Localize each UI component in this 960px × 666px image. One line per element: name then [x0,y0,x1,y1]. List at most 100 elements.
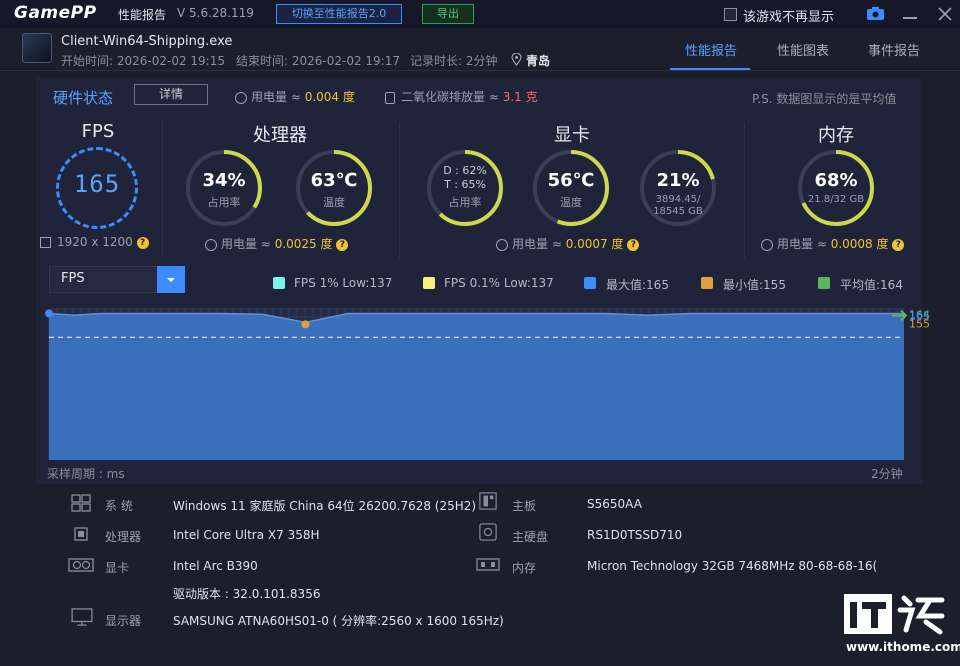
gpu-temp-value: 56℃ [547,170,595,191]
power-icon [496,238,508,251]
cpu-usage-value: 34% [202,170,246,191]
memory-usage-sub: 21.8/32 GB [807,194,865,205]
window-title: 性能报告 [118,8,167,22]
camera-icon[interactable] [867,7,884,20]
average-note: P.S. 数据图显示的是平均值 [752,92,897,106]
app-logo: GamePP [14,3,97,23]
power-icon [761,238,773,251]
fps-series-area [49,313,904,460]
help-icon[interactable]: ? [336,238,349,251]
gpu-driver-version: 驱动版本 : 32.0.101.8356 [173,587,321,601]
motherboard-icon [479,492,497,510]
memory-section-title: 内存 [818,125,854,146]
gpu-value: Intel Arc B390 [173,559,258,573]
gpu-section-title: 显卡 [554,125,590,146]
cpu-power: 用电量 ≈ 0.0025 度 ? [205,235,349,252]
section-divider [399,122,400,258]
section-divider [744,122,745,258]
legend-fps-1-low: FPS 1% Low:137 [294,276,393,290]
export-button[interactable]: 导出 [422,4,474,24]
chevron-down-icon [167,278,175,282]
fps-chart[interactable]: 164165155 [40,300,945,465]
vram-total: 18545 GB [653,206,703,217]
close-icon[interactable] [937,6,953,22]
x-axis-end-label: 2分钟 [871,467,903,481]
monitor-icon [40,237,51,248]
motherboard-label: 主板 [512,499,537,513]
legend-swatch [423,277,435,289]
tab-performance-report[interactable]: 性能报告 [685,40,737,59]
hide-game-checkbox[interactable] [724,8,737,21]
memory-label: 内存 [512,561,537,575]
legend-fps-01-low: FPS 0.1% Low:137 [444,276,554,290]
game-icon [22,33,52,63]
fps-value: 165 [73,170,121,198]
windows-icon [71,494,91,512]
gpu-icon [68,558,94,572]
watermark-url: www.ithome.com [846,640,960,654]
gpu-temp-label: 温度 [560,196,582,209]
fps-section-title: FPS [81,121,115,142]
legend-max: 最大值:165 [606,278,669,292]
motherboard-value: S5650AA [587,497,642,511]
legend-swatch [818,277,830,289]
vram-used: 3894.45/ [655,194,701,205]
help-icon[interactable]: ? [892,238,905,251]
gpu-usage-t: T : 65% [444,178,486,191]
memory-value: Micron Technology 32GB 7468MHz 80-68-68-… [587,559,878,573]
hide-game-label: 该游戏不再显示 [743,10,835,25]
cpu-temp-value: 63℃ [310,170,358,191]
memory-power: 用电量 ≈ 0.0008 度 ? [761,235,905,252]
cpu-label: 处理器 [105,530,142,544]
memory-usage-value: 68% [814,170,858,191]
location-icon [511,53,522,66]
max-point [45,309,53,318]
co2-emission: 二氧化碳排放量 ≈ 3.1 克 [385,88,538,105]
process-name: Client-Win64-Shipping.exe [61,34,233,49]
minimize-icon[interactable] [903,17,917,19]
right-axis-label: 155 [909,317,930,330]
cpu-section-title: 处理器 [253,125,307,146]
monitor-value: SAMSUNG ATNA60HS01-0 ( 分辨率:2560 x 1600 1… [173,614,504,628]
gpu-power: 用电量 ≈ 0.0007 度 ? [496,235,640,252]
version-label: V 5.6.28.119 [177,6,254,20]
vram-value: 21% [656,170,700,191]
details-button[interactable]: 详情 [134,84,208,105]
title-bar: GamePP 性能报告 V 5.6.28.119 切换至性能报告2.0 导出 该… [0,0,960,28]
metric-select-value: FPS [61,271,85,286]
duration: 记录时长: 2分钟 [410,54,498,68]
section-divider [162,122,163,258]
gpu-usage-label: 占用率 [448,196,482,209]
legend-min: 最小值:155 [723,278,786,292]
power-icon [235,91,247,104]
legend-swatch [273,277,285,289]
total-power: 用电量 ≈ 0.004 度 [235,88,355,105]
cpu-icon [74,527,88,541]
help-icon[interactable]: ? [136,236,149,249]
legend-swatch [584,277,596,289]
monitor-icon [71,608,93,626]
min-point [301,320,310,329]
gpu-usage-d: D : 62% [443,164,487,177]
disk-value: RS1D0TSSD710 [587,528,683,542]
legend-avg: 平均值:164 [840,278,903,292]
cpu-temp-label: 温度 [323,196,345,209]
monitor-label: 显示器 [105,614,142,628]
location-text: 青岛 [526,54,551,68]
co2-icon [385,91,395,104]
metric-dropdown-button[interactable] [157,266,185,293]
gpu-label: 显卡 [105,561,130,575]
help-icon[interactable]: ? [627,238,640,251]
os-label: 系 统 [105,499,133,513]
disk-icon [479,523,497,541]
power-icon [205,238,217,251]
end-time: 结束时间: 2026-02-02 19:17 [236,54,400,68]
hardware-status-title: 硬件状态 [53,89,114,107]
header-divider [0,70,960,71]
cpu-usage-label: 占用率 [207,196,241,209]
tab-performance-chart[interactable]: 性能图表 [777,40,829,59]
switch-report-button[interactable]: 切换至性能报告2.0 [276,4,402,24]
x-axis-label: 采样周期 : ms [47,467,125,481]
tab-event-report[interactable]: 事件报告 [868,40,920,59]
disk-label: 主硬盘 [512,530,549,544]
